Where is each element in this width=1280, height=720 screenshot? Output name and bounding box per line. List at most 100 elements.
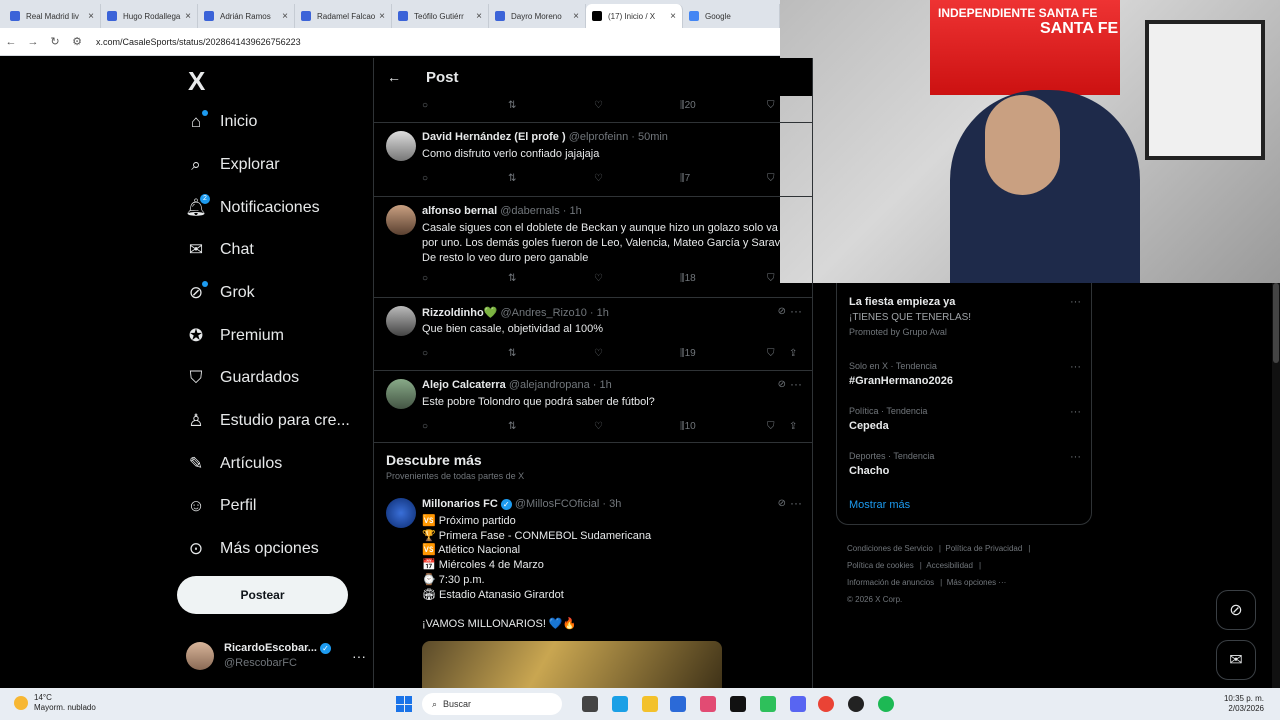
nav-estudio[interactable]: ♙ Estudio para cre...	[186, 401, 349, 441]
forward-arrow-icon[interactable]: →	[22, 36, 44, 48]
share-icon[interactable]: ⇪	[789, 421, 797, 432]
grok-icon[interactable]: ⊘	[778, 498, 786, 509]
nav-premium[interactable]: ✪ Premium	[186, 316, 284, 356]
trend-item[interactable]: Deportes · Tendencia Chacho ···	[849, 451, 1081, 477]
views-icon[interactable]: ⫼ 20	[680, 100, 696, 111]
back-arrow-icon[interactable]: ←	[0, 36, 22, 48]
avatar[interactable]	[386, 306, 416, 336]
avatar[interactable]	[386, 498, 416, 528]
bookmark-icon[interactable]: ⛉	[767, 173, 775, 184]
reply-icon[interactable]: ○	[422, 273, 428, 284]
windows-start-icon[interactable]	[396, 696, 412, 712]
nav-perfil[interactable]: ☺ Perfil	[186, 486, 256, 526]
show-more-link[interactable]: Mostrar más	[849, 499, 910, 511]
promoted-trend[interactable]: La fiesta empieza ya ¡TIENES QUE TENERLA…	[849, 296, 1081, 337]
retweet-icon[interactable]: ⇅	[508, 273, 516, 284]
more-dots-icon[interactable]: ···	[790, 377, 802, 391]
url-text[interactable]: x.com/CasaleSports/status/20286414396267…	[96, 37, 301, 47]
trend-item[interactable]: Solo en X · Tendencia #GranHermano2026 ·…	[849, 361, 1081, 387]
discord-icon[interactable]	[790, 696, 806, 712]
nav-guardados[interactable]: ⛉ Guardados	[186, 358, 300, 398]
task-view-icon[interactable]	[582, 696, 598, 712]
close-icon[interactable]: ×	[379, 11, 385, 22]
nav-chat[interactable]: ✉ Chat	[186, 230, 254, 270]
browser-tab[interactable]: Adrián Ramos ×	[198, 4, 295, 28]
nav-articulos[interactable]: ✎ Artículos	[186, 444, 282, 484]
browser-tab[interactable]: Real Madrid liv ×	[4, 4, 101, 28]
store-icon[interactable]	[670, 696, 686, 712]
close-icon[interactable]: ×	[282, 11, 288, 22]
whatsapp-icon[interactable]	[760, 696, 776, 712]
more-dots-icon[interactable]: ···	[1070, 451, 1081, 463]
post-button[interactable]: Postear	[177, 576, 348, 614]
browser-tab-active[interactable]: (17) Inicio / X ×	[586, 4, 683, 28]
chrome-icon[interactable]	[818, 696, 834, 712]
like-icon[interactable]: ♡	[594, 173, 603, 184]
more-dots-icon[interactable]: ···	[1070, 296, 1081, 308]
retweet-icon[interactable]: ⇅	[508, 100, 516, 111]
nav-explorar[interactable]: ⌕ Explorar	[186, 145, 279, 185]
more-dots-icon[interactable]: ···	[790, 496, 802, 510]
retweet-icon[interactable]: ⇅	[508, 173, 516, 184]
scrollbar-thumb[interactable]	[1273, 283, 1279, 363]
browser-tab[interactable]: Dayro Moreno ×	[489, 4, 586, 28]
more-dots-icon[interactable]: ···	[790, 304, 802, 318]
spotify-icon[interactable]	[878, 696, 894, 712]
nav-inicio[interactable]: ⌂ Inicio	[186, 102, 257, 142]
tweet-media-image[interactable]	[422, 641, 722, 688]
grok-icon[interactable]: ⊘	[778, 306, 786, 317]
grok-fab-icon[interactable]: ⊘	[1216, 590, 1256, 630]
more-dots-icon[interactable]: ···	[352, 648, 366, 664]
like-icon[interactable]: ♡	[594, 421, 603, 432]
close-icon[interactable]: ×	[573, 11, 579, 22]
avatar[interactable]	[386, 131, 416, 161]
retweet-icon[interactable]: ⇅	[508, 348, 516, 359]
browser-tab[interactable]: Google	[683, 4, 780, 28]
site-info-icon[interactable]: ⚙	[66, 35, 88, 48]
retweet-icon[interactable]: ⇅	[508, 421, 516, 432]
nav-grok[interactable]: ⊘ Grok	[186, 273, 255, 313]
avatar[interactable]	[386, 205, 416, 235]
widgets-icon[interactable]	[612, 696, 628, 712]
close-icon[interactable]: ×	[185, 11, 191, 22]
close-icon[interactable]: ×	[88, 11, 94, 22]
weather-widget[interactable]: 14°C Mayorm. nublado	[14, 693, 96, 713]
reply-tweet[interactable]: David Hernández (El profe ) @elprofeinn …	[374, 123, 812, 195]
reload-icon[interactable]: ↻	[44, 35, 66, 48]
share-icon[interactable]: ⇪	[789, 348, 797, 359]
bookmark-icon[interactable]: ⛉	[767, 348, 775, 359]
views-icon[interactable]: ⫼ 19	[680, 348, 696, 359]
reply-icon[interactable]: ○	[422, 173, 428, 184]
capcut-icon[interactable]	[700, 696, 716, 712]
close-icon[interactable]: ×	[670, 11, 676, 22]
reply-icon[interactable]: ○	[422, 421, 428, 432]
reply-icon[interactable]: ○	[422, 348, 428, 359]
reply-icon[interactable]: ○	[422, 100, 428, 111]
nav-notificaciones[interactable]: 🔔︎ 2 Notificaciones	[185, 188, 320, 228]
grok-icon[interactable]: ⊘	[778, 379, 786, 390]
back-arrow-icon[interactable]: ←	[374, 69, 414, 85]
more-dots-icon[interactable]: ···	[1070, 361, 1081, 373]
bookmark-icon[interactable]: ⛉	[767, 100, 775, 111]
bookmark-icon[interactable]: ⛉	[767, 273, 775, 284]
reply-tweet[interactable]: Rizzoldinho💚 @Andres_Rizo10 · 1h ⊘ ··· Q…	[374, 298, 812, 370]
scrollbar[interactable]	[1272, 283, 1280, 688]
like-icon[interactable]: ♡	[594, 273, 603, 284]
tiktok-icon[interactable]	[730, 696, 746, 712]
views-icon[interactable]: ⫼ 10	[680, 421, 696, 432]
browser-tab[interactable]: Hugo Rodallega ×	[101, 4, 198, 28]
x-logo-icon[interactable]: X	[188, 66, 205, 97]
more-dots-icon[interactable]: ···	[1070, 406, 1081, 418]
messages-fab-icon[interactable]: ✉	[1216, 640, 1256, 680]
reply-tweet[interactable]: Alejo Calcaterra @alejandropana · 1h ⊘ ·…	[374, 371, 812, 443]
system-clock[interactable]: 10:35 p. m. 2/03/2026	[1224, 694, 1264, 714]
taskbar-search[interactable]: ⌕ Buscar	[422, 693, 562, 715]
account-switcher[interactable]: RicardoEscobar... ✓ @RescobarFC ···	[186, 638, 366, 674]
obs-icon[interactable]	[848, 696, 864, 712]
like-icon[interactable]: ♡	[594, 100, 603, 111]
close-icon[interactable]: ×	[476, 11, 482, 22]
nav-mas-opciones[interactable]: ⊙ Más opciones	[186, 529, 319, 569]
browser-tab[interactable]: Teófilo Gutiérr ×	[392, 4, 489, 28]
trend-item[interactable]: Política · Tendencia Cepeda ···	[849, 406, 1081, 432]
views-icon[interactable]: ⫼ 18	[680, 273, 696, 284]
